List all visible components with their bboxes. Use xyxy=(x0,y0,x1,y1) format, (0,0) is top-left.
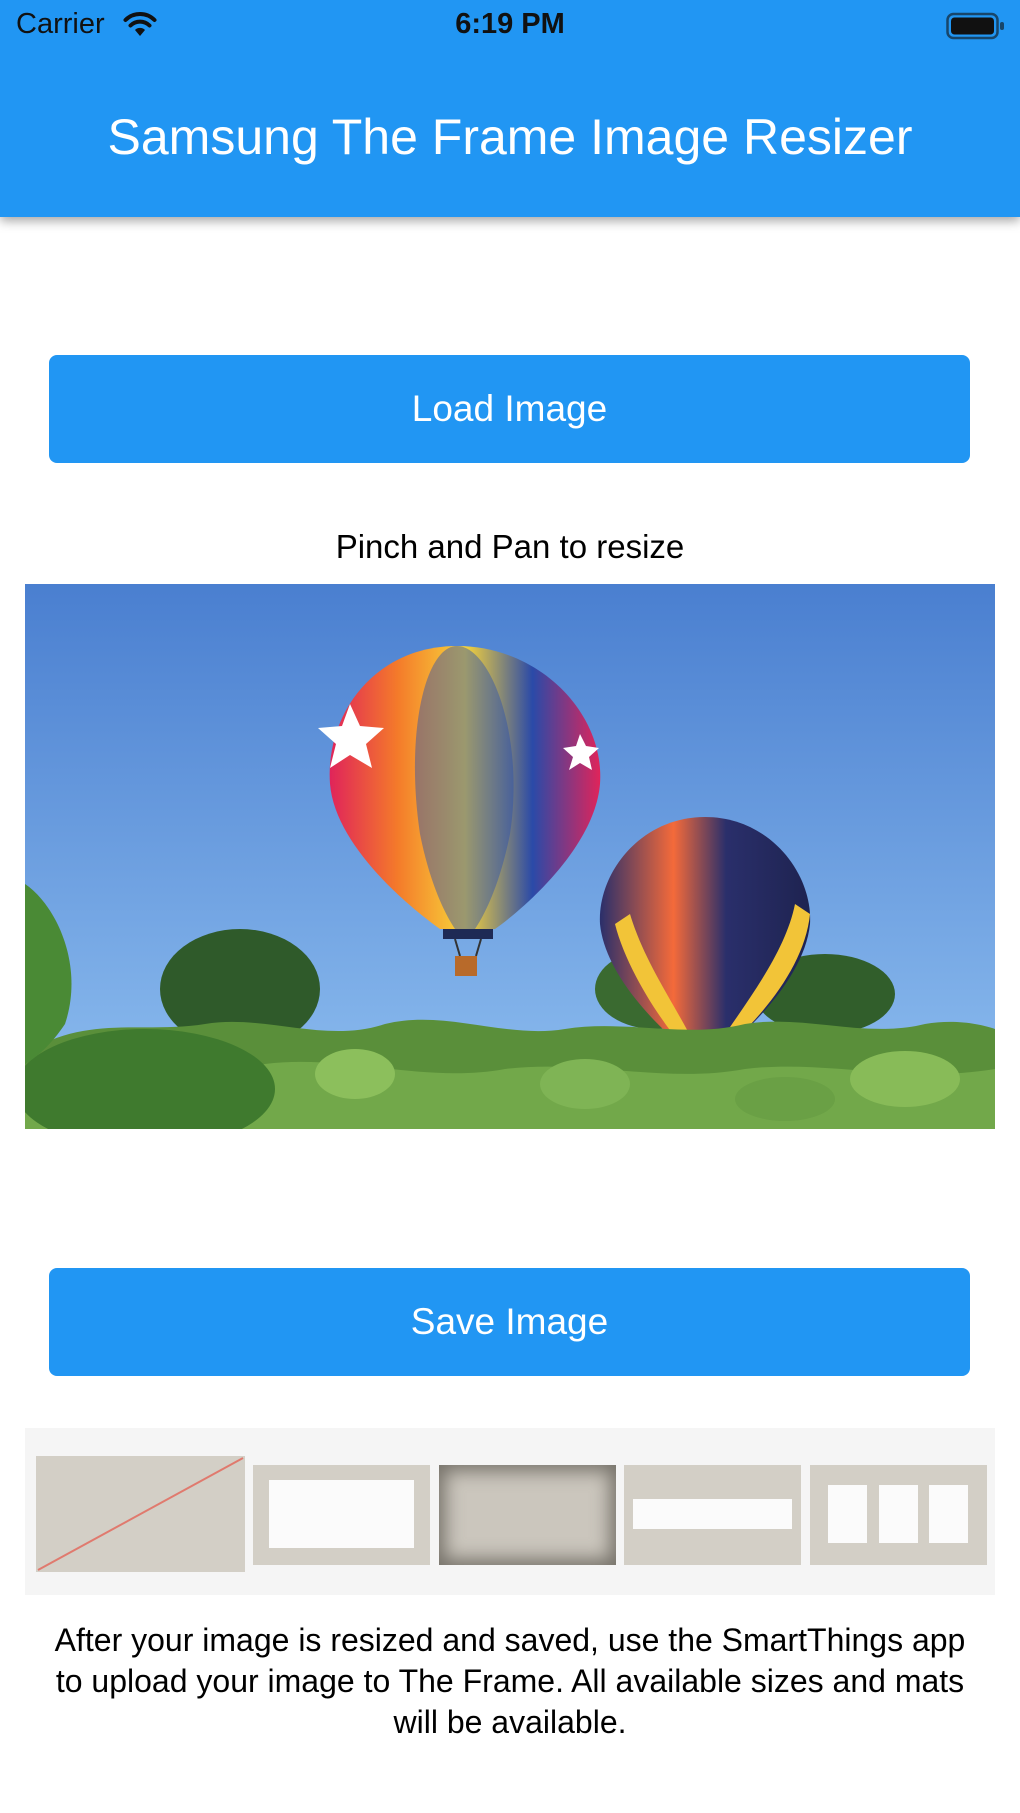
mat-option-triptych[interactable] xyxy=(810,1465,987,1565)
mat-option-wide[interactable] xyxy=(253,1465,430,1565)
save-image-button[interactable]: Save Image xyxy=(49,1268,970,1376)
mat-opening xyxy=(633,1499,792,1529)
resize-hint: Pinch and Pan to resize xyxy=(335,528,685,565)
instructions-text: After your image is resized and saved, u… xyxy=(54,1622,966,1740)
mat-selector xyxy=(25,1428,995,1595)
status-time: 6:19 PM xyxy=(455,8,565,40)
hot-air-balloons-photo xyxy=(25,584,995,1129)
mat-opening xyxy=(879,1485,918,1543)
battery-icon xyxy=(946,12,1006,45)
mat-opening xyxy=(828,1485,867,1543)
app-header: Carrier 6:19 PM Samsung The Frame Image … xyxy=(0,0,1020,217)
mat-option-none[interactable] xyxy=(36,1456,245,1572)
mat-option-panorama[interactable] xyxy=(624,1465,801,1565)
load-image-button[interactable]: Load Image xyxy=(49,355,970,463)
mat-opening xyxy=(929,1485,968,1543)
mat-option-shadowbox[interactable] xyxy=(439,1465,616,1565)
app-title: Samsung The Frame Image Resizer xyxy=(107,109,913,165)
mat-opening xyxy=(269,1480,414,1548)
photo-preview[interactable] xyxy=(25,584,995,1129)
no-mat-slash-icon xyxy=(37,1457,244,1571)
